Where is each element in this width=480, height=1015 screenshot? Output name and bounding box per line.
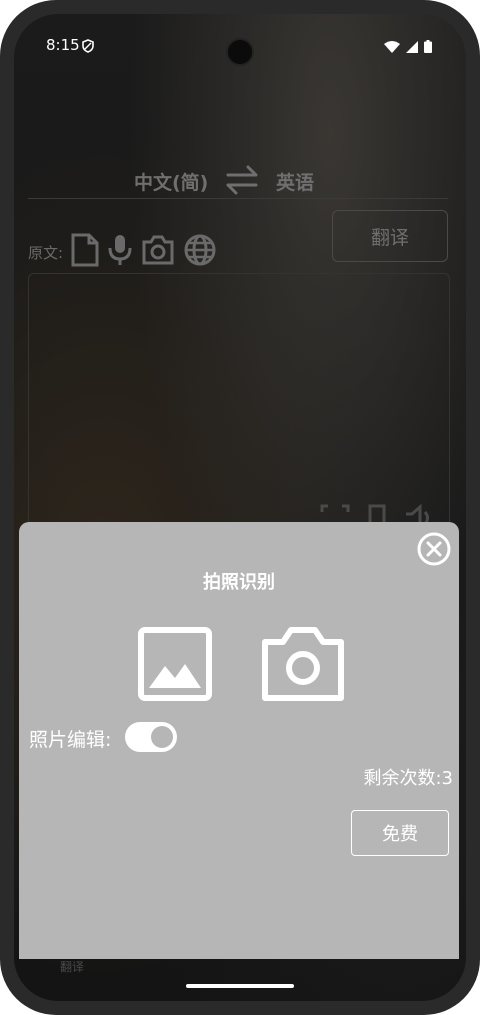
status-icons — [384, 38, 432, 57]
photo-edit-toggle[interactable] — [125, 722, 177, 752]
target-language[interactable]: 英语 — [276, 168, 314, 195]
status-time: 8:15 — [46, 36, 80, 54]
gallery-icon[interactable] — [137, 626, 213, 702]
take-photo-icon[interactable] — [261, 626, 345, 702]
battery-icon — [424, 38, 432, 57]
home-indicator[interactable] — [186, 984, 294, 988]
language-selector: 中文(简) 英语 — [14, 162, 466, 202]
file-icon[interactable] — [71, 233, 99, 271]
globe-icon[interactable] — [183, 233, 217, 271]
source-language[interactable]: 中文(简) — [134, 168, 208, 195]
toggle-knob — [151, 726, 173, 748]
bottom-navigation: 翻译 — [14, 954, 466, 994]
translate-button[interactable]: 翻译 — [332, 210, 448, 262]
camera-icon[interactable] — [141, 235, 175, 269]
front-camera — [226, 38, 254, 66]
remaining-count: 剩余次数:3 — [363, 768, 453, 789]
sheet-title: 拍照识别 — [203, 572, 275, 593]
photo-recognition-sheet: 拍照识别 照片编辑: 剩余次数:3 免费 — [19, 522, 459, 959]
close-icon[interactable] — [417, 532, 451, 566]
signal-icon — [406, 38, 418, 57]
nav-item-translate[interactable]: 翻译 — [60, 958, 84, 975]
source-label: 原文: — [28, 243, 64, 262]
swap-languages-icon[interactable] — [224, 164, 260, 201]
divider — [28, 198, 448, 199]
microphone-icon[interactable] — [107, 233, 133, 271]
free-button[interactable]: 免费 — [351, 810, 449, 856]
app-screen: 8:15 中文(简) 英语 原文: 翻译 翻译 拍照识别 照片编辑: 剩余次数:… — [14, 14, 466, 1001]
photo-edit-label: 照片编辑: — [29, 729, 112, 751]
wifi-icon — [384, 38, 400, 57]
phone-frame: 8:15 中文(简) 英语 原文: 翻译 翻译 拍照识别 照片编辑: 剩余次数:… — [0, 0, 480, 1015]
shield-icon — [82, 38, 94, 57]
status-bar: 8:15 — [14, 14, 466, 76]
source-input-toolbar: 原文: — [28, 232, 217, 272]
